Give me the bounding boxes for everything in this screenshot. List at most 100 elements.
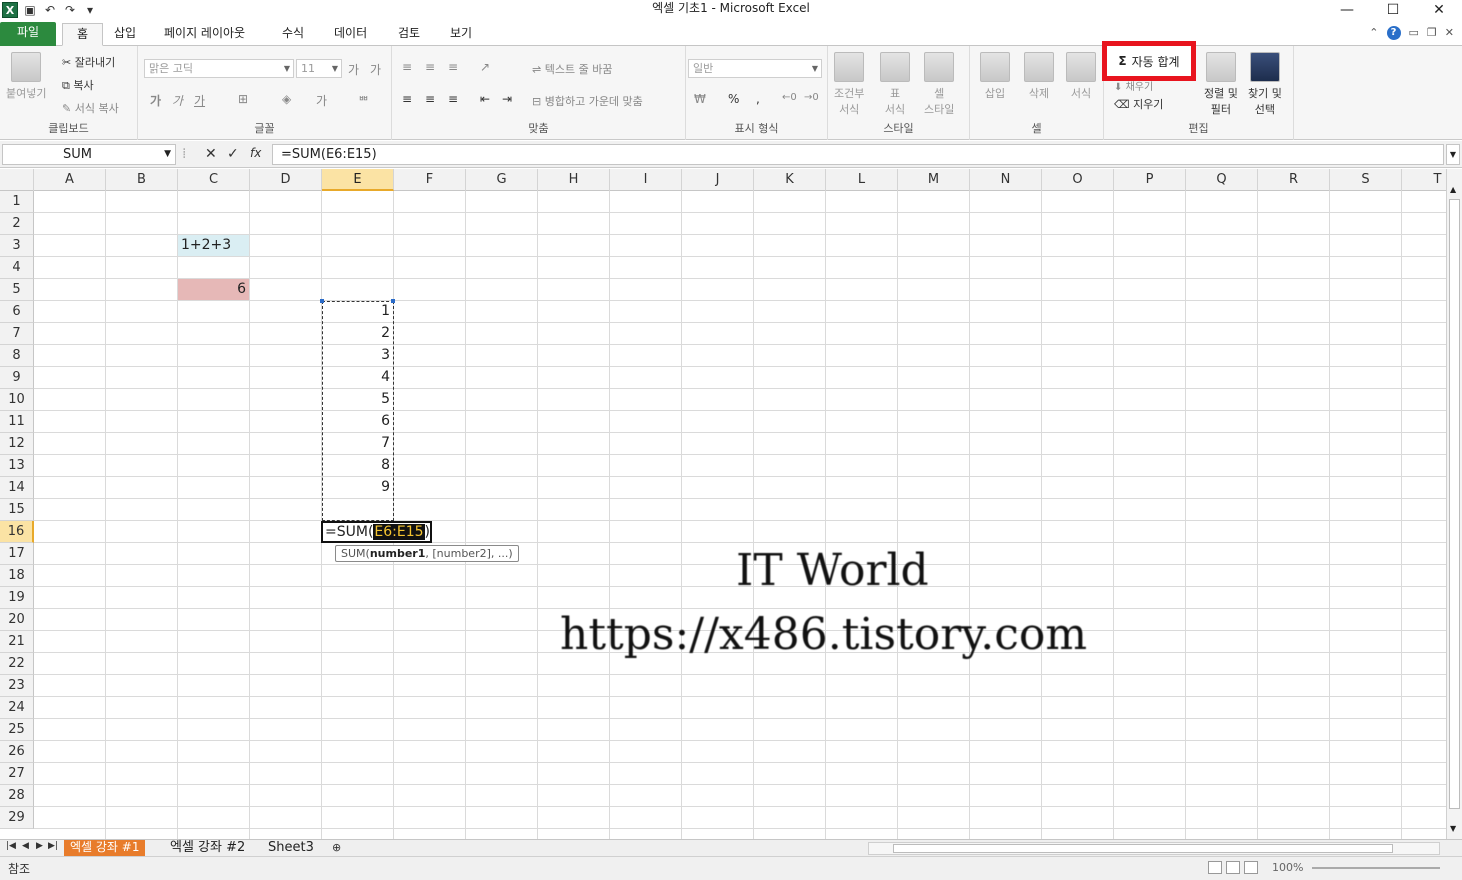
align-bottom-icon[interactable]: ≡	[448, 60, 458, 74]
italic-button[interactable]: 가	[172, 92, 183, 109]
column-header[interactable]: E	[322, 169, 394, 191]
fill-color-icon[interactable]: ◈	[282, 92, 291, 106]
merge-center-button[interactable]: ⊟ 병합하고 가운데 맞춤	[532, 93, 643, 109]
close-button[interactable]: ✕	[1416, 0, 1462, 20]
page-break-view-icon[interactable]	[1244, 861, 1258, 874]
bold-button[interactable]: 가	[150, 92, 161, 109]
normal-view-icon[interactable]	[1208, 861, 1222, 874]
minimize-ribbon-icon[interactable]: ⌃	[1369, 26, 1378, 40]
column-header[interactable]: K	[754, 169, 826, 191]
row-header[interactable]: 11	[0, 411, 34, 433]
sort-filter-button[interactable]: 정렬 및 필터	[1204, 52, 1238, 117]
row-header[interactable]: 27	[0, 763, 34, 785]
cell-c5[interactable]: 6	[178, 279, 249, 300]
page-layout-view-icon[interactable]	[1226, 861, 1240, 874]
column-header[interactable]: F	[394, 169, 466, 191]
column-header[interactable]: D	[250, 169, 322, 191]
wrap-text-button[interactable]: ⇌ 텍스트 줄 바꿈	[532, 61, 612, 77]
enter-formula-button[interactable]: ✓	[227, 146, 239, 162]
zoom-slider[interactable]	[1312, 867, 1440, 869]
row-header[interactable]: 25	[0, 719, 34, 741]
row-header[interactable]: 4	[0, 257, 34, 279]
column-header[interactable]: O	[1042, 169, 1114, 191]
horizontal-scroll-thumb[interactable]	[893, 844, 1393, 853]
next-sheet-icon[interactable]: ▶	[36, 841, 43, 851]
minimize-button[interactable]: —	[1324, 0, 1370, 20]
function-tooltip[interactable]: SUM(number1, [number2], ...)	[335, 545, 519, 562]
row-header[interactable]: 22	[0, 653, 34, 675]
underline-button[interactable]: 가	[194, 92, 205, 109]
insert-cells-button[interactable]: 삽입	[980, 52, 1010, 101]
column-header[interactable]: L	[826, 169, 898, 191]
align-top-icon[interactable]: ≡	[402, 60, 412, 74]
currency-icon[interactable]: ₩	[694, 92, 706, 106]
vertical-scroll-thumb[interactable]	[1449, 199, 1460, 809]
formula-input[interactable]: =SUM(E6:E15)	[272, 144, 1444, 165]
horizontal-scrollbar[interactable]	[868, 842, 1440, 855]
tab-review[interactable]: 검토	[384, 23, 434, 46]
format-painter-button[interactable]: ✎ 서식 복사	[62, 100, 119, 116]
row-header[interactable]: 29	[0, 807, 34, 829]
cell-styles-button[interactable]: 셀 스타일	[924, 52, 954, 117]
row-header[interactable]: 9	[0, 367, 34, 389]
last-sheet-icon[interactable]: ▶|	[48, 841, 58, 851]
editing-cell-e16[interactable]: =SUM(E6:E15)	[321, 521, 433, 543]
column-header[interactable]: S	[1330, 169, 1402, 191]
increase-decimal-icon[interactable]: ←0	[782, 92, 797, 103]
phonetic-icon[interactable]: ᄈ	[358, 92, 369, 109]
column-header[interactable]: C	[178, 169, 250, 191]
row-header[interactable]: 7	[0, 323, 34, 345]
increase-indent-icon[interactable]: ⇥	[502, 92, 512, 106]
vertical-scrollbar[interactable]: ▲ ▼	[1446, 169, 1462, 840]
column-header[interactable]: T	[1402, 169, 1446, 191]
column-header[interactable]: B	[106, 169, 178, 191]
tab-formulas[interactable]: 수식	[268, 23, 318, 46]
column-header[interactable]: Q	[1186, 169, 1258, 191]
tab-home[interactable]: 홈	[62, 23, 104, 46]
row-header[interactable]: 13	[0, 455, 34, 477]
column-header[interactable]: P	[1114, 169, 1186, 191]
range-handle[interactable]	[391, 299, 395, 303]
sheet-tab-3[interactable]: Sheet3	[262, 840, 320, 856]
column-header[interactable]: J	[682, 169, 754, 191]
row-header[interactable]: 17	[0, 543, 34, 565]
paste-button[interactable]: 붙여넣기	[6, 52, 46, 101]
row-header[interactable]: 21	[0, 631, 34, 653]
new-sheet-icon[interactable]: ⊕	[332, 841, 341, 854]
font-name-combo[interactable]: 맑은 고딕 ▼	[144, 59, 294, 78]
percent-button[interactable]: %	[728, 92, 739, 106]
scroll-down-icon[interactable]: ▼	[1450, 824, 1456, 833]
close-workbook-icon[interactable]: ✕	[1445, 26, 1454, 40]
find-select-button[interactable]: 찾기 및 선택	[1248, 52, 1282, 117]
row-header[interactable]: 2	[0, 213, 34, 235]
sheet-tab-2[interactable]: 엑셀 강좌 #2	[164, 840, 251, 856]
font-size-combo[interactable]: 11 ▼	[296, 59, 342, 78]
column-header[interactable]: R	[1258, 169, 1330, 191]
row-header[interactable]: 14	[0, 477, 34, 499]
align-left-icon[interactable]: ≡	[402, 92, 412, 106]
borders-icon[interactable]: ⊞	[238, 92, 248, 106]
conditional-format-button[interactable]: 조건부 서식	[834, 52, 864, 117]
row-header[interactable]: 18	[0, 565, 34, 587]
row-header[interactable]: 6	[0, 301, 34, 323]
first-sheet-icon[interactable]: |◀	[6, 841, 16, 851]
tab-file[interactable]: 파일	[0, 22, 56, 46]
copy-button[interactable]: ⧉ 복사	[62, 77, 94, 93]
row-header[interactable]: 19	[0, 587, 34, 609]
tab-page-layout[interactable]: 페이지 레이아웃	[150, 23, 259, 46]
row-header[interactable]: 20	[0, 609, 34, 631]
row-header[interactable]: 1	[0, 191, 34, 213]
insert-function-button[interactable]: fx	[250, 146, 261, 160]
range-handle[interactable]	[320, 299, 324, 303]
row-header[interactable]: 3	[0, 235, 34, 257]
restore-window-icon[interactable]: ▭	[1409, 26, 1419, 40]
autosum-button[interactable]: Σ 자동 합계	[1102, 41, 1196, 81]
restore-workbook-icon[interactable]: ❐	[1427, 26, 1437, 40]
expand-formula-icon[interactable]: ▼	[1446, 144, 1460, 165]
column-header[interactable]: G	[466, 169, 538, 191]
tab-data[interactable]: 데이터	[320, 23, 381, 46]
row-header[interactable]: 5	[0, 279, 34, 301]
row-header[interactable]: 15	[0, 499, 34, 521]
column-header[interactable]: N	[970, 169, 1042, 191]
row-header[interactable]: 12	[0, 433, 34, 455]
